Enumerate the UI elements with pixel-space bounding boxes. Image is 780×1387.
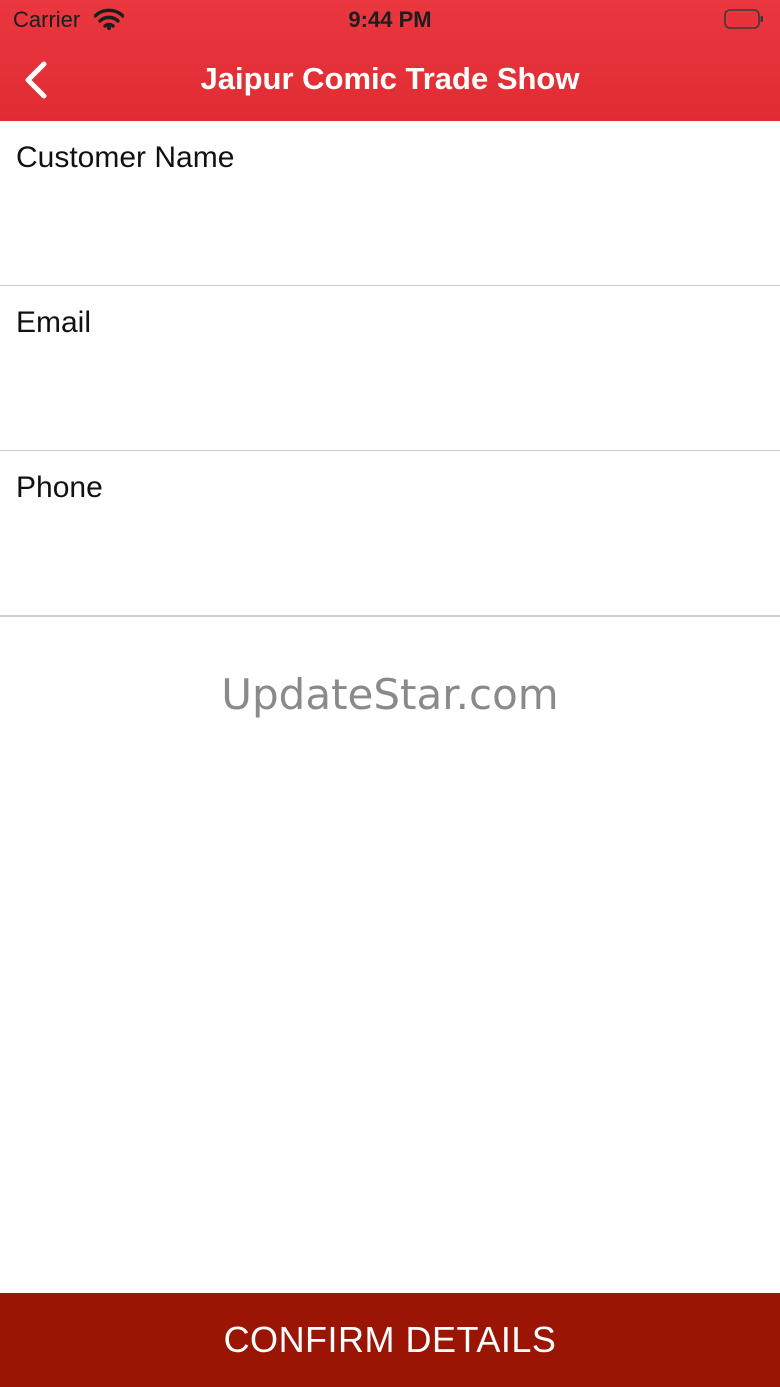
navigation-bar: Jaipur Comic Trade Show — [0, 40, 780, 121]
phone-label: Phone — [16, 471, 103, 504]
screen: Carrier 9:44 PM Jaipur Comic Trade Show … — [0, 0, 780, 1387]
watermark-text: UpdateStar.com — [221, 670, 559, 719]
top-bar: Carrier 9:44 PM Jaipur Comic Trade Show — [0, 0, 780, 121]
email-label: Email — [16, 306, 92, 339]
battery-low-icon — [724, 9, 763, 29]
customer-name-field[interactable]: Customer Name — [0, 121, 780, 287]
confirm-details-button[interactable]: CONFIRM DETAILS — [0, 1293, 780, 1387]
phone-field[interactable]: Phone — [0, 451, 780, 617]
page-title: Jaipur Comic Trade Show — [200, 61, 580, 96]
email-field[interactable]: Email — [0, 286, 780, 452]
clock: 9:44 PM — [348, 7, 432, 32]
customer-name-label: Customer Name — [16, 141, 235, 174]
status-bar: Carrier 9:44 PM — [0, 0, 780, 40]
